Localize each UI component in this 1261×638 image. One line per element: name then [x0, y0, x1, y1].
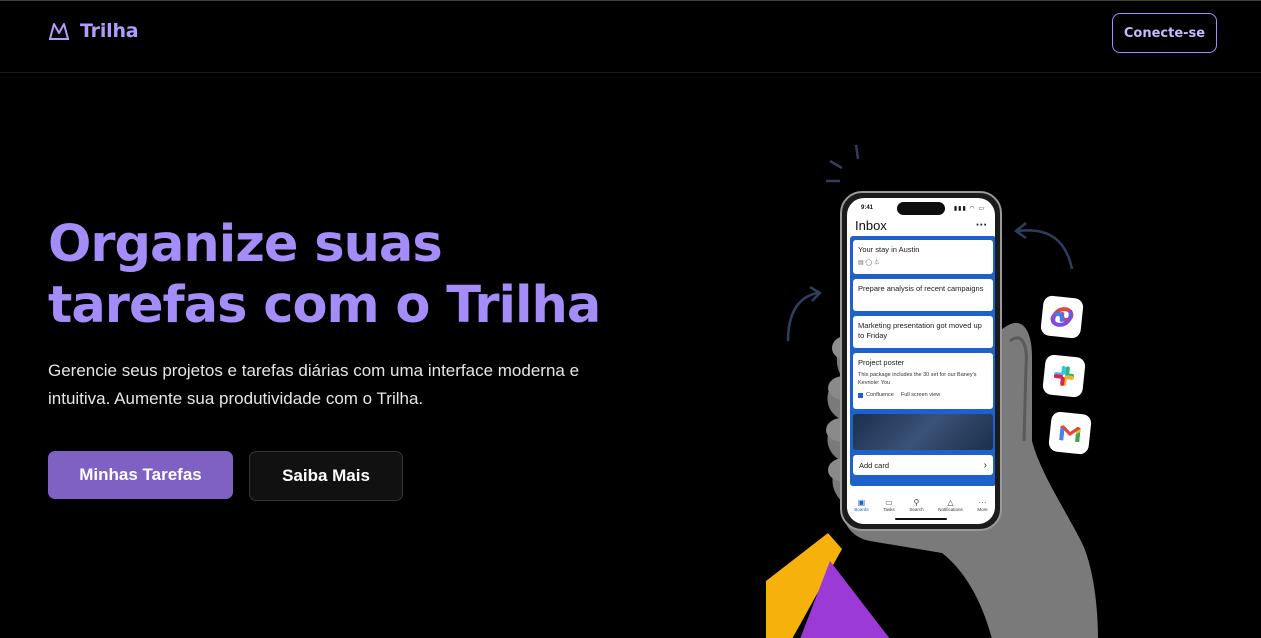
status-bar: 9:41 ▮▮▮ ◠ ▭: [847, 198, 995, 216]
card-meta-icons: ▤ ◯ ⏃: [858, 260, 880, 266]
tab-label: Boards: [854, 507, 869, 512]
list-item[interactable]: Project poster This package includes the…: [853, 353, 993, 409]
card-image: [853, 414, 993, 450]
hero-subtitle-line-1: Gerencie seus projetos e tarefas diárias…: [48, 361, 580, 380]
gmail-icon: [1048, 411, 1092, 455]
more-options-icon[interactable]: ···: [976, 220, 987, 231]
tab-label: Notifications: [938, 507, 963, 512]
confluence-icon: [858, 392, 863, 398]
card-detail: This package includes the 30 set for our…: [858, 372, 977, 386]
card-title: Marketing presentation got moved up to F…: [858, 321, 982, 340]
tasks-icon: ▭: [885, 498, 893, 507]
hero-title-line-1: Organize suas: [48, 215, 443, 274]
my-tasks-button[interactable]: Minhas Tarefas: [48, 451, 233, 499]
phone-notch: [897, 202, 945, 215]
phone-screen: 9:41 ▮▮▮ ◠ ▭ Inbox ··· Your stay in Aust…: [847, 198, 995, 524]
tab-bar: ▣ Boards ▭ Tasks ⚲ Search △ Notification…: [847, 498, 995, 512]
more-icon: ···: [978, 498, 987, 507]
hero-illustration: 9:41 ▮▮▮ ◠ ▭ Inbox ··· Your stay in Aust…: [760, 141, 1140, 638]
inbox-header: Inbox ···: [847, 216, 995, 234]
connect-button[interactable]: Conecte-se: [1112, 13, 1217, 53]
list-item[interactable]: Prepare analysis of recent campaigns: [853, 279, 993, 311]
inbox-title: Inbox: [855, 217, 887, 233]
brand[interactable]: Trilha: [48, 20, 139, 42]
hero-title-line-2: tarefas com o Trilha: [48, 276, 601, 335]
home-indicator: [895, 518, 947, 520]
add-card-label: Add card: [859, 460, 890, 470]
mountain-logo-icon: [49, 23, 69, 40]
card-title: Prepare analysis of recent campaigns: [858, 284, 984, 293]
tab-notifications[interactable]: △ Notifications: [938, 498, 963, 512]
hero-title: Organize suas tarefas com o Trilha: [48, 214, 688, 336]
tab-tasks[interactable]: ▭ Tasks: [883, 498, 895, 512]
phone-mockup: 9:41 ▮▮▮ ◠ ▭ Inbox ··· Your stay in Aust…: [840, 191, 1002, 531]
tab-more[interactable]: ··· More: [977, 498, 987, 512]
list-item[interactable]: Marketing presentation got moved up to F…: [853, 316, 993, 348]
tab-label: Tasks: [883, 507, 895, 512]
hero-subtitle: Gerencie seus projetos e tarefas diárias…: [48, 357, 628, 413]
brand-name: Trilha: [80, 20, 139, 42]
top-navigation: Trilha Conecte-se: [0, 1, 1261, 73]
tab-search[interactable]: ⚲ Search: [909, 498, 923, 512]
confluence-label: Confluence: [866, 392, 894, 398]
boards-icon: ▣: [857, 498, 866, 507]
landing-page: Trilha Conecte-se Organize suas tarefas …: [0, 0, 1261, 638]
search-icon: ⚲: [913, 498, 920, 507]
tab-label: More: [977, 507, 988, 512]
status-time: 9:41: [861, 205, 874, 211]
card-confluence-row: Confluence Full screen view: [858, 390, 988, 400]
chevron-right-icon: ›: [983, 459, 987, 471]
hero-subtitle-line-2: intuitiva. Aumente sua produtividade com…: [48, 389, 424, 408]
tab-boards[interactable]: ▣ Boards: [854, 498, 868, 512]
inbox-board: Your stay in Austin ▤ ◯ ⏃ Prepare analys…: [850, 236, 995, 486]
card-title: Project poster: [858, 358, 905, 367]
full-screen-label[interactable]: Full screen view: [901, 390, 940, 400]
slack-icon: [1042, 354, 1086, 398]
add-card-button[interactable]: Add card ›: [853, 455, 993, 475]
copilot-icon: [1040, 295, 1084, 339]
tab-label: Search: [909, 507, 924, 512]
bell-icon: △: [947, 498, 954, 507]
status-icons: ▮▮▮ ◠ ▭: [953, 206, 985, 212]
card-title: Your stay in Austin: [858, 245, 920, 254]
right-arrow-doodle: [1017, 229, 1074, 270]
list-item[interactable]: Your stay in Austin ▤ ◯ ⏃: [853, 240, 993, 274]
learn-more-button[interactable]: Saiba Mais: [249, 451, 403, 501]
